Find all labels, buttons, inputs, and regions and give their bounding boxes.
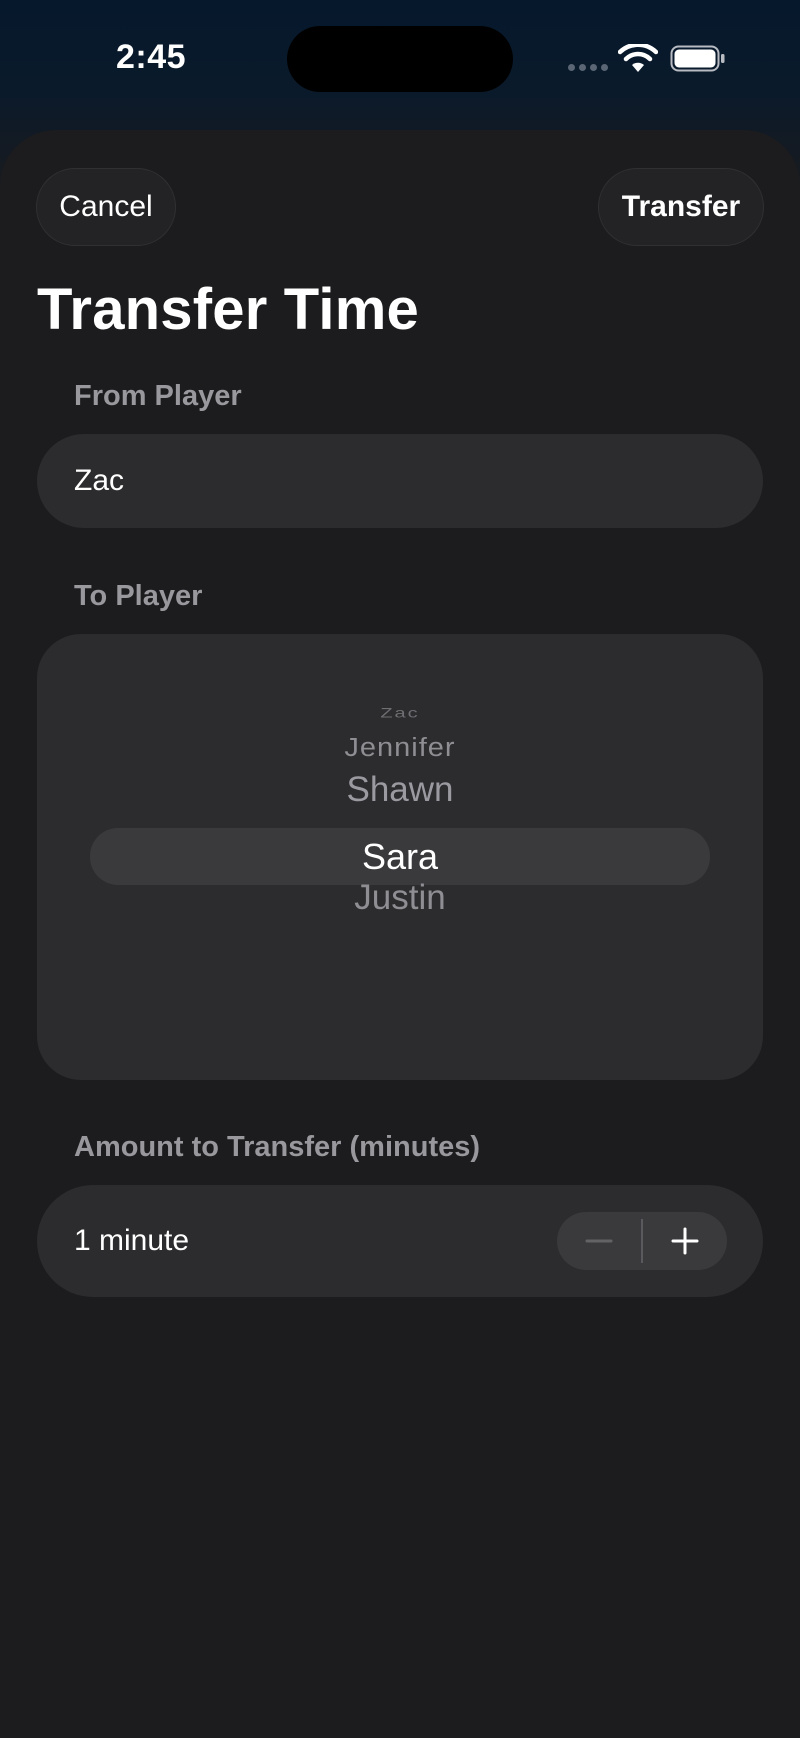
- amount-value: 1 minute: [74, 1224, 190, 1257]
- increment-button[interactable]: [643, 1212, 727, 1270]
- decrement-button[interactable]: [557, 1212, 641, 1270]
- picker-option[interactable]: Shawn: [37, 770, 763, 810]
- amount-stepper[interactable]: [557, 1212, 727, 1270]
- dynamic-island: [287, 26, 513, 92]
- from-player-field[interactable]: Zac: [37, 434, 763, 528]
- battery-icon: [670, 45, 725, 72]
- picker-option[interactable]: Justin: [37, 878, 763, 918]
- cellular-signal-icon: [568, 64, 608, 71]
- minus-icon: [585, 1239, 613, 1243]
- from-player-label: From Player: [74, 380, 242, 412]
- transfer-button[interactable]: Transfer: [598, 168, 764, 246]
- status-bar: 2:45: [0, 0, 800, 120]
- plus-icon: [671, 1227, 699, 1255]
- picker-option-selected[interactable]: Sara: [37, 828, 763, 885]
- from-player-value: Zac: [74, 464, 125, 497]
- transfer-sheet: Cancel Transfer Transfer Time From Playe…: [0, 130, 800, 1738]
- picker-option[interactable]: Jennifer: [37, 734, 763, 763]
- page-title: Transfer Time: [37, 277, 419, 342]
- amount-field: 1 minute: [37, 1185, 763, 1297]
- status-time: 2:45: [116, 38, 187, 76]
- to-player-picker[interactable]: Zac Jennifer Shawn Sara Justin: [37, 634, 763, 1080]
- cancel-button[interactable]: Cancel: [36, 168, 176, 246]
- wifi-icon: [618, 44, 658, 72]
- amount-label: Amount to Transfer (minutes): [74, 1131, 481, 1163]
- screen: 2:45 Cancel Transfer Transfer Time From …: [0, 0, 800, 1738]
- to-player-label: To Player: [74, 580, 203, 612]
- picker-option[interactable]: Zac: [37, 705, 763, 721]
